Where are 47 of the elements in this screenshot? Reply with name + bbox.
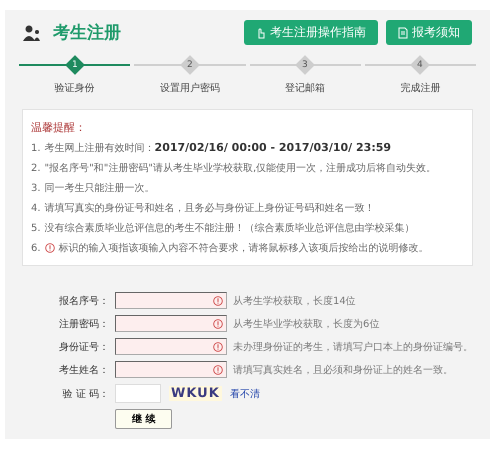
field-hint: 从考生学校获取，长度14位	[233, 294, 357, 308]
field-label: 验 证 码：	[62, 388, 109, 400]
item-number: 2.	[31, 162, 41, 174]
warning-icon	[213, 318, 223, 328]
input-field[interactable]	[115, 338, 227, 355]
users-icon	[23, 24, 43, 40]
step-label: 验证身份	[54, 82, 95, 95]
warning-icon	[213, 364, 223, 374]
input-field[interactable]	[115, 361, 227, 378]
document-icon	[398, 26, 408, 38]
hand-icon	[256, 26, 266, 38]
field-label: 注册密码：	[58, 318, 109, 330]
field-hint: 请填写真实姓名，且必须和身份证上的姓名一致。	[233, 364, 454, 376]
warning-icon	[213, 296, 223, 306]
step-marker: 1	[64, 55, 85, 75]
notice-title: 温馨提醒：	[31, 120, 87, 135]
page-title: 考生注册	[53, 22, 121, 44]
step-marker: 3	[295, 55, 316, 75]
input-field[interactable]	[115, 292, 227, 309]
warning-icon	[213, 342, 223, 352]
captcha-field[interactable]	[115, 384, 161, 403]
field-hint: 未办理身份证的考生，请填写户口本上的身份证编号。	[233, 340, 474, 354]
continue-button[interactable]: 继 续	[115, 409, 172, 429]
step-marker: 2	[180, 55, 200, 75]
field-hint: 从考生毕业学校获取，长度为6位	[233, 318, 380, 330]
warning-icon	[44, 243, 55, 253]
captcha-image: WKUK	[169, 386, 222, 401]
field-label: 身份证号：	[58, 340, 109, 354]
input-field[interactable]	[115, 315, 227, 332]
step-label: 完成注册	[400, 82, 440, 95]
notice-text: "报名序号"和"注册密码"请从考生毕业学校获取,仅能使用一次，注册成功后将自动失效。	[44, 162, 436, 175]
item-number: 3.	[31, 182, 41, 194]
item-number: 1.	[31, 142, 41, 154]
item-number: 5.	[31, 222, 41, 234]
step-marker: 4	[410, 55, 430, 75]
field-label: 考生姓名：	[58, 364, 109, 376]
notice-text: 同一考生只能注册一次。	[44, 182, 155, 195]
notice-text: 标识的输入项指该项输入内容不符合要求，请将鼠标移入该项后按给出的说明修改。	[58, 242, 429, 255]
step-label: 登记邮箱	[285, 82, 326, 95]
item-number: 6.	[31, 242, 41, 254]
refresh-link[interactable]: 看不清	[230, 386, 260, 400]
notice-text: 没有综合素质毕业总评信息的考生不能注册！（综合素质毕业总评信息由学校采集）	[44, 222, 415, 235]
notice-text: 考生网上注册有效时间：2017/02/16/ 00:00 - 2017/03/10/ 23:59	[44, 141, 392, 155]
item-number: 4.	[31, 202, 41, 214]
field-label: 报名序号：	[58, 294, 109, 308]
step-label: 设置用户密码	[160, 82, 220, 95]
notice-text: 请填写真实的身份证号和姓名，且务必与身份证上身份证号码和姓名一致！	[44, 202, 375, 215]
